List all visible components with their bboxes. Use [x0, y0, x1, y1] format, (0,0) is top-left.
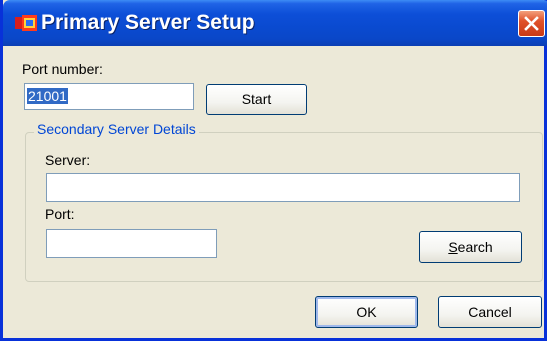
- close-icon: [524, 16, 539, 31]
- port-number-value: 21001: [27, 88, 68, 104]
- port-label: Port:: [45, 206, 75, 222]
- server-label: Server:: [45, 152, 91, 168]
- start-button[interactable]: Start: [206, 84, 307, 115]
- server-input[interactable]: [46, 173, 520, 202]
- app-logo-icon: [15, 15, 37, 31]
- ok-button-label: OK: [356, 304, 377, 320]
- dialog-window: Primary Server Setup Port number: 21001 …: [0, 0, 547, 341]
- port-number-input[interactable]: 21001: [24, 83, 194, 110]
- close-button[interactable]: [518, 10, 545, 37]
- secondary-server-legend: Secondary Server Details: [34, 121, 199, 137]
- search-button-accesskey: S: [448, 239, 458, 255]
- cancel-button[interactable]: Cancel: [438, 296, 542, 328]
- port-input[interactable]: [46, 229, 217, 258]
- search-button-label: earch: [457, 239, 493, 255]
- cancel-button-label: Cancel: [468, 304, 512, 320]
- port-number-label: Port number:: [22, 61, 103, 77]
- window-title: Primary Server Setup: [41, 11, 255, 34]
- ok-button[interactable]: OK: [315, 296, 418, 328]
- search-button[interactable]: Search: [419, 231, 522, 263]
- start-button-label: Start: [241, 91, 272, 107]
- title-bar[interactable]: Primary Server Setup: [3, 0, 547, 46]
